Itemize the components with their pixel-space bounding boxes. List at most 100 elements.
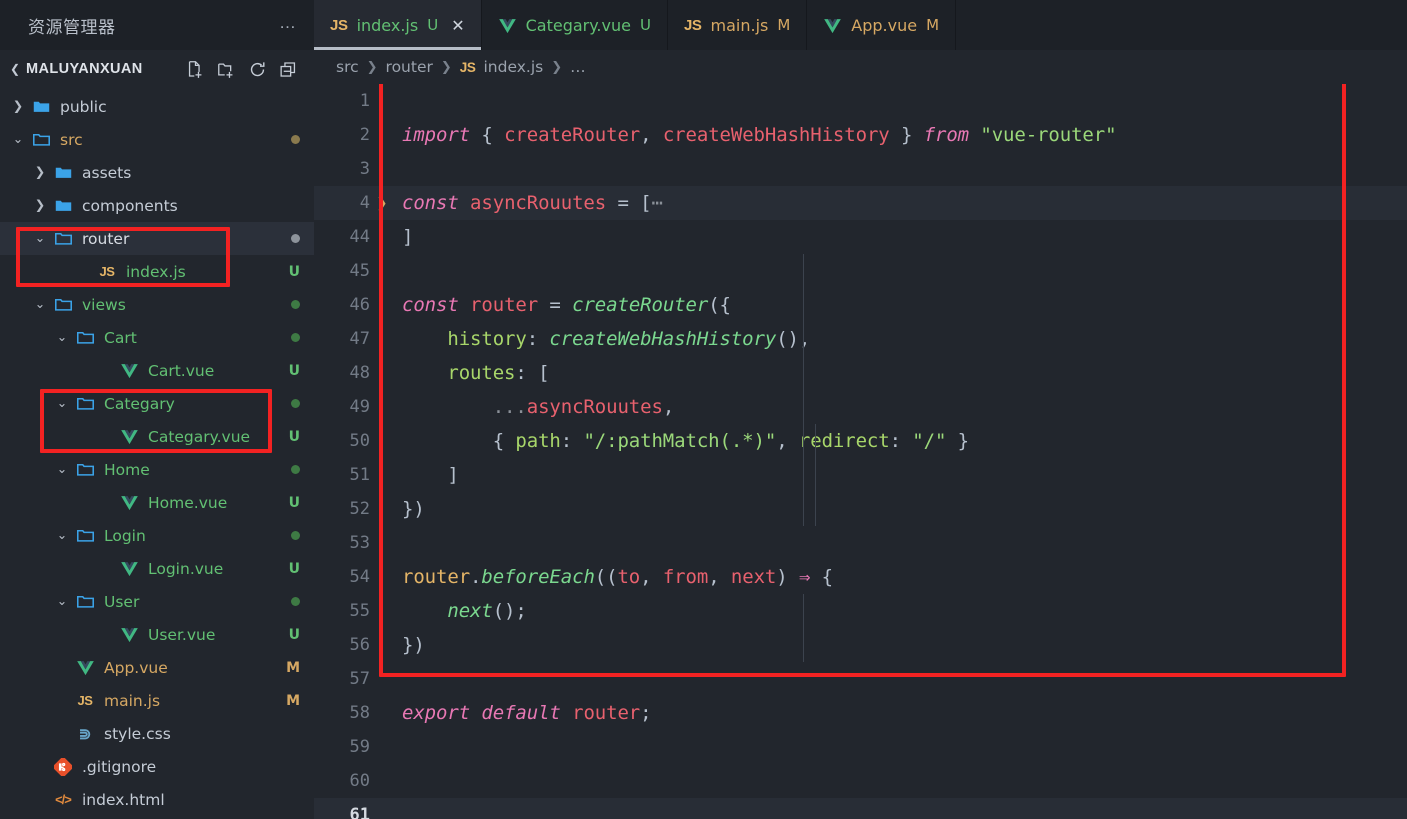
tab-git-status: M [926, 16, 940, 34]
git-status-dot [291, 300, 300, 309]
tree-item-user[interactable]: ⌄ User [0, 585, 314, 618]
tab-app-vue[interactable]: App.vue M [807, 0, 957, 50]
breadcrumb-src[interactable]: src [336, 58, 359, 76]
chevron-down-icon[interactable]: ⌄ [30, 232, 50, 245]
editor-tab-bar[interactable]: JS index.js U ✕ Categary.vue U JS main.js M App.v… [314, 0, 1407, 50]
tree-item-public[interactable]: ❯ public [0, 90, 314, 123]
tree-item-cart[interactable]: ⌄ Cart [0, 321, 314, 354]
chevron-down-icon[interactable]: ❮ [6, 62, 24, 76]
close-icon[interactable]: ✕ [451, 16, 464, 35]
code-line[interactable]: 61 [314, 798, 1407, 819]
tree-item-label: components [82, 196, 178, 215]
tree-item-cart-vue[interactable]: Cart.vue U [0, 354, 314, 387]
code-line[interactable]: 45 [314, 254, 1407, 288]
code-line[interactable]: 52}) [314, 492, 1407, 526]
code-line[interactable]: 51 ] [314, 458, 1407, 492]
js-file-icon: JS [459, 59, 476, 75]
tree-item-main-js[interactable]: JS main.js M [0, 684, 314, 717]
line-number: 48 [349, 363, 370, 383]
chevron-down-icon[interactable]: ⌄ [8, 133, 28, 146]
chevron-right-icon[interactable]: ❯ [30, 199, 50, 212]
chevron-right-icon[interactable]: ❯ [8, 100, 28, 113]
chevron-down-icon[interactable]: ⌄ [52, 529, 72, 542]
code-line[interactable]: 58 export default router; [314, 696, 1407, 730]
explorer-title: 资源管理器 [28, 17, 116, 38]
code-editor[interactable]: 1 2 import { createRouter, createWebHashHi… [314, 84, 1407, 819]
tree-item-home[interactable]: ⌄ Home [0, 453, 314, 486]
tree-item-views[interactable]: ⌄ views [0, 288, 314, 321]
line-number: 55 [349, 601, 370, 621]
workspace-root-row[interactable]: ❮ MALUYANXUAN [0, 50, 314, 88]
tree-item-app-vue[interactable]: App.vue M [0, 651, 314, 684]
tab-label: App.vue [851, 15, 918, 35]
tab-git-status: U [427, 16, 439, 34]
code-line[interactable]: 60 [314, 764, 1407, 798]
tree-item-categary[interactable]: ⌄ Categary [0, 387, 314, 420]
collapse-all-icon[interactable] [279, 60, 298, 79]
code-line[interactable]: 2 import { createRouter, createWebHashHis… [314, 118, 1407, 152]
explorer-more-actions-icon[interactable]: … [279, 14, 298, 32]
chevron-down-icon[interactable]: ⌄ [52, 463, 72, 476]
code-text: next(); [402, 600, 527, 622]
tree-item-index-html[interactable]: </> index.html [0, 783, 314, 816]
tab-main-js[interactable]: JS main.js M [667, 0, 808, 50]
tab-label: Categary.vue [525, 15, 631, 35]
code-lines[interactable]: 1 2 import { createRouter, createWebHashHi… [314, 84, 1407, 819]
tree-item-index-js[interactable]: JS index.js U [0, 255, 314, 288]
chevron-right-icon: ❯ [551, 59, 563, 75]
tree-item-label: public [60, 97, 107, 116]
code-line[interactable]: 54 router.beforeEach((to, from, next) ⇒ { [314, 560, 1407, 594]
code-line[interactable]: 3 [314, 152, 1407, 186]
code-line[interactable]: 46 const router = createRouter({ [314, 288, 1407, 322]
chevron-down-icon[interactable]: ⌄ [52, 595, 72, 608]
tab-index-js[interactable]: JS index.js U ✕ [314, 0, 482, 50]
code-line[interactable]: 53 [314, 526, 1407, 560]
code-line[interactable]: 4 ❯ const asyncRouutes = [⋯ [314, 186, 1407, 220]
code-line[interactable]: 56}) [314, 628, 1407, 662]
tree-item-login[interactable]: ⌄ Login [0, 519, 314, 552]
breadcrumb-router[interactable]: router [386, 58, 433, 76]
chevron-down-icon[interactable]: ⌄ [30, 298, 50, 311]
code-line[interactable]: 55 next(); [314, 594, 1407, 628]
code-line[interactable]: 44] [314, 220, 1407, 254]
tree-item-src[interactable]: ⌄ src [0, 123, 314, 156]
tree-item-assets[interactable]: ❯ assets [0, 156, 314, 189]
code-line[interactable]: 50 { path: "/:pathMatch(.*)", redirect: … [314, 424, 1407, 458]
tree-item-router[interactable]: ⌄ router [0, 222, 314, 255]
refresh-icon[interactable] [248, 60, 267, 79]
file-tree[interactable]: ❯ public ⌄ src ❯ assets ❯ components ⌄ router JS in… [0, 88, 314, 819]
breadcrumb[interactable]: src ❯ router ❯ JS index.js ❯ … [314, 50, 1407, 84]
tree-item-login-vue[interactable]: Login.vue U [0, 552, 314, 585]
git-status-dot [291, 531, 300, 540]
breadcrumb-symbols[interactable]: … [570, 58, 586, 76]
new-folder-icon[interactable] [217, 60, 236, 79]
tree-item-label: main.js [104, 691, 161, 710]
tree-item-label: User [104, 592, 140, 611]
folder-open-icon [72, 592, 98, 611]
line-number: 2 [359, 125, 370, 145]
tree-item-style-css[interactable]: ⋑ style.css [0, 717, 314, 750]
code-line[interactable]: 59 [314, 730, 1407, 764]
vue-file-icon [116, 625, 142, 644]
folder-open-icon [72, 526, 98, 545]
code-line[interactable]: 57 [314, 662, 1407, 696]
tree-item-categary-vue[interactable]: Categary.vue U [0, 420, 314, 453]
folder-open-icon [50, 229, 76, 248]
fold-chevron-icon[interactable]: ❯ [374, 195, 390, 211]
line-number: 52 [349, 499, 370, 519]
tab-categary-vue[interactable]: Categary.vue U [481, 0, 668, 50]
code-line[interactable]: 47 history: createWebHashHistory(), [314, 322, 1407, 356]
tree-item-gitignore[interactable]: .gitignore [0, 750, 314, 783]
new-file-icon[interactable] [186, 60, 205, 79]
code-line[interactable]: 49 ...asyncRouutes, [314, 390, 1407, 424]
line-number: 59 [349, 737, 370, 757]
breadcrumb-file[interactable]: index.js [484, 58, 544, 76]
tree-item-home-vue[interactable]: Home.vue U [0, 486, 314, 519]
code-line[interactable]: 48 routes: [ [314, 356, 1407, 390]
chevron-down-icon[interactable]: ⌄ [52, 397, 72, 410]
chevron-right-icon[interactable]: ❯ [30, 166, 50, 179]
tree-item-user-vue[interactable]: User.vue U [0, 618, 314, 651]
code-line[interactable]: 1 [314, 84, 1407, 118]
chevron-down-icon[interactable]: ⌄ [52, 331, 72, 344]
tree-item-components[interactable]: ❯ components [0, 189, 314, 222]
